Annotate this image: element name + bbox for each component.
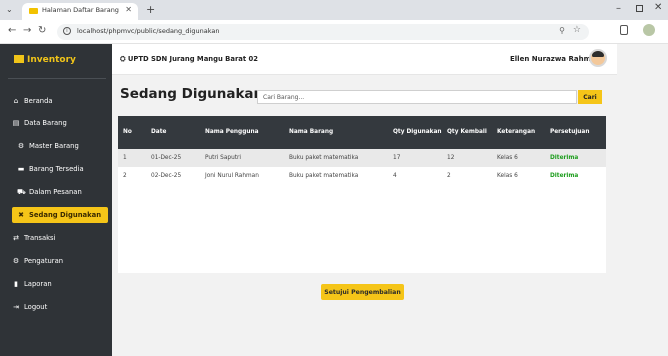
sidebar-item-label: Laporan (24, 280, 52, 288)
browser-toolbar: ← → ↻ i localhost/phpmvc/public/sedang_d… (0, 20, 668, 44)
sidebar-item-sedang-digunakan[interactable]: ✖ Sedang Digunakan (12, 207, 108, 223)
col-header-date[interactable]: Date (146, 116, 200, 149)
cell-date: 01-Dec-25 (146, 149, 200, 167)
window-close-icon[interactable]: ✕ (654, 2, 662, 13)
brand-name: Inventory (27, 55, 76, 65)
file-icon: ▮ (14, 280, 18, 288)
col-header-qty-digunakan[interactable]: Qty Digunakan (388, 116, 442, 149)
sidebar-item-pengaturan[interactable]: ⚙ Pengaturan (12, 257, 63, 265)
sidebar-item-label: Transaksi (24, 234, 56, 242)
sidebar-divider (8, 78, 106, 79)
col-header-no[interactable]: No (118, 116, 146, 149)
sidebar-item-logout[interactable]: ⇥ Logout (12, 303, 47, 311)
app-sidebar: Inventory ⌂ Beranda ▤ Data Barang ⚙ Master … (0, 44, 112, 356)
sidebar-item-laporan[interactable]: ▮ Laporan (12, 280, 52, 288)
cell-no: 1 (118, 149, 146, 167)
sidebar-item-label: Dalam Pesanan (29, 188, 82, 196)
warehouse-icon (14, 55, 24, 63)
tab-search-chevron-icon[interactable]: ⌄ (6, 5, 13, 14)
tools-icon: ✖ (18, 211, 24, 219)
table-row[interactable]: 1 01-Dec-25 Putri Saputri Buku paket mat… (118, 149, 606, 167)
new-tab-plus-icon[interactable]: + (146, 3, 155, 16)
sidebar-item-data-barang[interactable]: ▤ Data Barang (12, 119, 67, 127)
sidebar-item-beranda[interactable]: ⌂ Beranda (12, 97, 53, 105)
back-arrow-icon[interactable]: ← (8, 25, 16, 36)
tab-close-icon[interactable]: ✕ (125, 5, 132, 14)
site-info-icon[interactable]: i (63, 27, 71, 35)
cell-nama-barang: Buku paket matematika (284, 167, 388, 185)
window-minimize-icon[interactable]: – (616, 3, 621, 14)
browser-tab-bar: ⌄ Halaman Daftar Barang ✕ + – ✕ (0, 0, 668, 20)
sidebar-item-dalam-pesanan[interactable]: ⛟ Dalam Pesanan (17, 188, 82, 197)
sidebar-item-label: Barang Tersedia (29, 165, 84, 173)
gears-icon: ⚙ (12, 257, 20, 265)
table-header-row: No Date Nama Pengguna Nama Barang Qty Di… (118, 116, 606, 149)
profile-avatar-icon[interactable] (643, 24, 655, 36)
reload-icon[interactable]: ↻ (38, 25, 46, 36)
top-header: ⛭ UPTD SDN Jurang Mangu Barat 02 Ellen N… (112, 44, 617, 75)
col-header-qty-kembali[interactable]: Qty Kembali (442, 116, 492, 149)
sidebar-item-label: Sedang Digunakan (29, 211, 102, 219)
favicon-icon (29, 8, 38, 14)
boxes-icon: ▬ (17, 165, 25, 173)
cell-qty-digunakan: 17 (388, 149, 442, 167)
extensions-icon[interactable] (620, 25, 628, 35)
brand-logo[interactable]: Inventory (14, 55, 76, 69)
exchange-icon: ⇄ (13, 234, 19, 242)
sidebar-item-label: Beranda (24, 97, 53, 105)
home-icon: ⌂ (13, 97, 19, 105)
window-maximize-icon[interactable] (636, 5, 643, 12)
school-icon: ⛭ (120, 55, 128, 63)
cell-qty-kembali: 12 (442, 149, 492, 167)
cell-no: 2 (118, 167, 146, 185)
logout-icon: ⇥ (13, 303, 19, 311)
table-row[interactable]: 2 02-Dec-25 Joni Nurul Rahman Buku paket… (118, 167, 606, 185)
table-card: No Date Nama Pengguna Nama Barang Qty Di… (118, 116, 606, 273)
search-input[interactable] (258, 91, 576, 103)
browser-tab[interactable]: Halaman Daftar Barang ✕ (22, 3, 138, 20)
sidebar-item-label: Master Barang (29, 142, 79, 150)
folder-icon: ▤ (12, 119, 20, 127)
address-url[interactable]: localhost/phpmvc/public/sedang_digunakan (77, 27, 219, 35)
status-badge: Diterima (545, 149, 606, 167)
status-badge: Diterima (545, 167, 606, 185)
sidebar-active-entry[interactable]: ✖ Sedang Digunakan (17, 211, 101, 219)
cell-nama-pengguna: Putri Saputri (200, 149, 284, 167)
school-name-text: UPTD SDN Jurang Mangu Barat 02 (127, 55, 258, 63)
bookmark-star-icon[interactable]: ☆ (573, 25, 581, 35)
col-header-nama-barang[interactable]: Nama Barang (284, 116, 388, 149)
cell-nama-pengguna: Joni Nurul Rahman (200, 167, 284, 185)
sidebar-item-label: Pengaturan (24, 257, 64, 265)
user-name[interactable]: Ellen Nurazwa Rahman (510, 55, 601, 63)
col-header-nama-pengguna[interactable]: Nama Pengguna (200, 116, 284, 149)
sidebar-item-transaksi[interactable]: ⇄ Transaksi (12, 234, 56, 242)
usage-table: No Date Nama Pengguna Nama Barang Qty Di… (118, 116, 606, 185)
sidebar-item-label: Logout (24, 303, 48, 311)
sidebar-item-barang-tersedia[interactable]: ▬ Barang Tersedia (17, 165, 84, 173)
col-header-persetujuan[interactable]: Persetujuan (545, 116, 606, 149)
cell-nama-barang: Buku paket matematika (284, 149, 388, 167)
search-field[interactable] (257, 90, 577, 104)
col-header-keterangan[interactable]: Keterangan (492, 116, 545, 149)
approve-return-button[interactable]: Setujui Pengembalian (321, 284, 404, 300)
cell-date: 02-Dec-25 (146, 167, 200, 185)
main-content: ⛭ UPTD SDN Jurang Mangu Barat 02 Ellen N… (112, 44, 668, 356)
forward-arrow-icon[interactable]: → (23, 25, 31, 36)
cell-keterangan: Kelas 6 (492, 167, 545, 185)
address-bar[interactable]: i localhost/phpmvc/public/sedang_digunak… (57, 24, 589, 40)
cart-icon: ⛟ (17, 188, 26, 196)
page-title: Sedang Digunakan (120, 86, 264, 102)
cell-qty-kembali: 2 (442, 167, 492, 185)
avatar[interactable] (589, 49, 607, 67)
cell-keterangan: Kelas 6 (492, 149, 545, 167)
school-name: ⛭ UPTD SDN Jurang Mangu Barat 02 (120, 55, 258, 64)
cell-qty-digunakan: 4 (388, 167, 442, 185)
search-button[interactable]: Cari (578, 90, 602, 104)
sidebar-item-master-barang[interactable]: ⚙ Master Barang (17, 142, 79, 150)
gear-icon: ⚙ (17, 142, 25, 150)
sidebar-item-label: Data Barang (24, 119, 67, 127)
zoom-icon[interactable]: ⚲ (559, 26, 565, 35)
tab-title: Halaman Daftar Barang (42, 6, 119, 14)
